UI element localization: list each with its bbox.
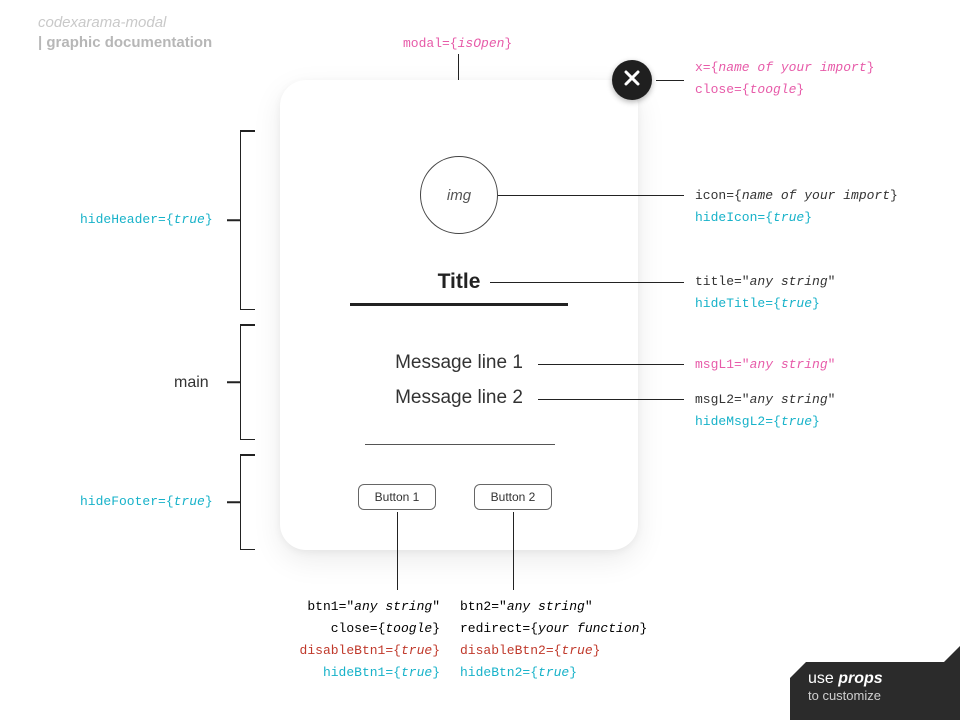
doc-name: codexarama-modal — [38, 14, 166, 31]
bracket-footer — [240, 454, 241, 550]
message-line-2: Message line 2 — [280, 387, 638, 409]
ann-hidetitle-prop: hideTitle={true} — [695, 296, 820, 311]
ann-title-prop: title="any string" — [695, 274, 835, 289]
connector — [538, 399, 684, 400]
ann-modal-prop: modal={isOpen} — [403, 36, 512, 51]
icon-placeholder: img — [420, 156, 498, 234]
connector — [538, 364, 684, 365]
modal-button-1[interactable]: Button 1 — [358, 484, 436, 510]
message-line-1: Message line 1 — [280, 352, 638, 374]
modal-card — [280, 80, 638, 550]
doc-subtitle: | graphic documentation — [38, 34, 212, 51]
footer-divider — [365, 444, 555, 445]
props-badge: use props to customize — [790, 662, 960, 720]
ann-x-prop: x={name of your import} — [695, 60, 874, 75]
ann-close-prop: close={toogle} — [695, 82, 804, 97]
title-underline — [350, 303, 568, 306]
connector — [397, 512, 398, 590]
ann-hidefooter-prop: hideFooter={true} — [80, 494, 213, 509]
ann-msgl2-prop: msgL2="any string" — [695, 392, 835, 407]
label-main: main — [174, 374, 209, 392]
ann-icon-prop: icon={name of your import} — [695, 188, 898, 203]
ann-msgl1-prop: msgL1="any string" — [695, 357, 835, 372]
connector — [490, 282, 684, 283]
ann-hidemsgl2-prop: hideMsgL2={true} — [695, 414, 820, 429]
close-button[interactable] — [612, 60, 652, 100]
ann-hideicon-prop: hideIcon={true} — [695, 210, 812, 225]
modal-button-2[interactable]: Button 2 — [474, 484, 552, 510]
bracket-main — [240, 324, 241, 440]
ann-hideheader-prop: hideHeader={true} — [80, 212, 213, 227]
bracket-header — [240, 130, 241, 310]
connector — [498, 195, 684, 196]
ann-btn1-group: btn1="any string" close={toogle} disable… — [268, 596, 440, 684]
ann-btn2-group: btn2="any string" redirect={your functio… — [460, 596, 680, 684]
connector — [458, 54, 459, 80]
close-icon — [623, 67, 641, 93]
connector — [656, 80, 684, 81]
connector — [513, 512, 514, 590]
